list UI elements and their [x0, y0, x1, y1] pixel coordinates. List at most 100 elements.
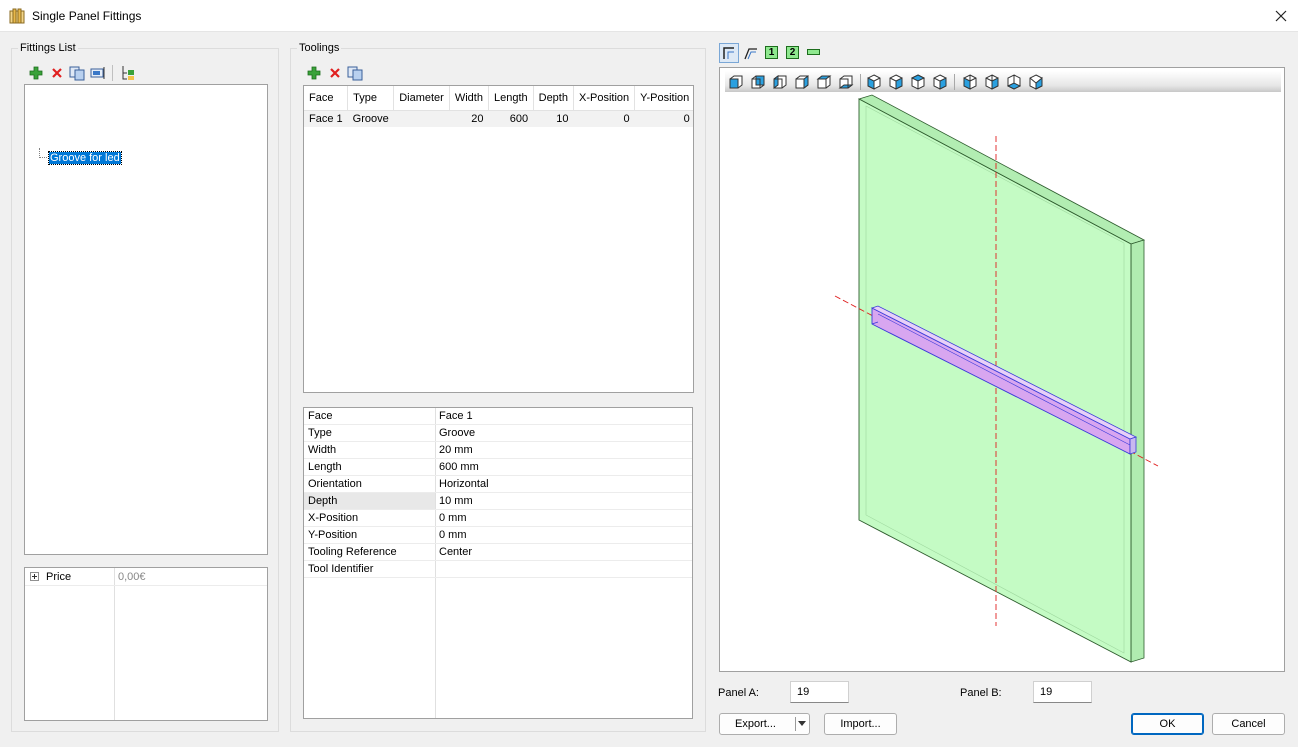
column-header-length[interactable]: Length — [488, 86, 534, 111]
view-front-icon[interactable] — [728, 74, 744, 90]
toolings-label: Toolings — [297, 42, 342, 54]
cancel-button[interactable]: Cancel — [1212, 713, 1285, 735]
edge-face-button[interactable] — [807, 49, 820, 55]
view-left-icon[interactable] — [772, 74, 788, 90]
copy-tooling-button[interactable] — [347, 65, 363, 81]
panel-b-input[interactable]: 19 — [1033, 681, 1092, 703]
price-label: Price — [46, 571, 72, 583]
property-row-x-position[interactable]: X-Position 0 mm — [304, 510, 692, 527]
delete-icon — [330, 68, 340, 78]
expand-plus-icon — [32, 574, 37, 579]
close-icon — [1275, 10, 1287, 22]
cell-diameter — [393, 110, 450, 127]
face-2-button[interactable]: 2 — [786, 46, 799, 59]
property-row-length[interactable]: Length 600 mm — [304, 459, 692, 476]
property-key: Depth — [304, 493, 435, 509]
property-row-tool-identifier[interactable]: Tool Identifier — [304, 561, 692, 578]
add-tooling-button[interactable] — [306, 65, 322, 81]
tree-icon — [122, 66, 134, 80]
tree-connector — [39, 148, 47, 158]
iso-view-6-icon[interactable] — [984, 74, 1000, 90]
tree-item-groove[interactable]: Groove for led — [48, 151, 122, 165]
toolings-table-box: Face Type Diameter Width Length Depth X-… — [303, 85, 694, 393]
property-key: X-Position — [308, 512, 359, 524]
table-row[interactable]: Face 1 Groove 20 600 10 0 0 — [304, 110, 693, 127]
price-value: 0,00€ — [118, 571, 146, 583]
property-row-y-position[interactable]: Y-Position 0 mm — [304, 527, 692, 544]
ok-button[interactable]: OK — [1131, 713, 1204, 735]
edit-fitting-button[interactable] — [90, 65, 106, 81]
property-value: Center — [439, 546, 473, 558]
copy-fitting-button[interactable] — [69, 65, 85, 81]
iso-view-8-icon[interactable] — [1028, 74, 1044, 90]
iso-view-7-icon[interactable] — [1006, 74, 1022, 90]
property-key: Width — [308, 444, 337, 456]
property-key: Length — [308, 461, 342, 473]
fittings-list-label: Fittings List — [18, 42, 78, 54]
table-header-row: Face Type Diameter Width Length Depth X-… — [304, 86, 693, 111]
property-key: Tooling Reference — [308, 546, 397, 558]
property-key: Face — [308, 410, 333, 422]
view-right-icon[interactable] — [794, 74, 810, 90]
fittings-tree[interactable]: Groove for led — [24, 84, 268, 555]
price-panel: Price 0,00€ — [24, 567, 268, 721]
cell-type: Groove — [347, 110, 394, 127]
property-row-depth[interactable]: Depth 10 mm — [304, 493, 692, 510]
chevron-down-icon[interactable] — [798, 721, 806, 727]
toolings-table: Face Type Diameter Width Length Depth X-… — [304, 86, 693, 127]
property-value: Horizontal — [439, 478, 489, 490]
iso-view-1-icon[interactable] — [866, 74, 882, 90]
property-value: Groove — [439, 427, 476, 439]
delete-fitting-button[interactable] — [49, 65, 65, 81]
cell-y-position: 0 — [634, 110, 693, 127]
panel-a-input[interactable]: 19 — [790, 681, 849, 703]
cell-face: Face 1 — [304, 110, 348, 127]
iso-view-5-icon[interactable] — [962, 74, 978, 90]
column-header-type[interactable]: Type — [347, 86, 395, 111]
property-row-tooling-reference[interactable]: Tooling Reference Center — [304, 544, 692, 561]
property-value: 20 mm — [439, 444, 473, 456]
toolbar-separator — [954, 74, 955, 90]
hierarchy-button[interactable] — [119, 65, 135, 81]
add-fitting-button[interactable] — [28, 65, 44, 81]
view-top-icon[interactable] — [816, 74, 832, 90]
iso-view-4-icon[interactable] — [932, 74, 948, 90]
column-header-depth[interactable]: Depth — [533, 86, 574, 111]
property-key: Type — [308, 427, 332, 439]
groove-end-face — [1129, 436, 1137, 455]
property-row-width[interactable]: Width 20 mm — [304, 442, 692, 459]
column-header-diameter[interactable]: Diameter — [393, 86, 450, 111]
export-button-label: Export... — [735, 718, 776, 730]
view-bottom-icon[interactable] — [838, 74, 854, 90]
iso-view-2-icon[interactable] — [888, 74, 904, 90]
view-mode-edge-button[interactable] — [742, 44, 760, 62]
column-header-width[interactable]: Width — [449, 86, 489, 111]
panel-3d-viewport[interactable] — [720, 92, 1284, 670]
column-header-face[interactable]: Face — [304, 86, 349, 111]
view-mode-perspective-button[interactable] — [719, 43, 739, 63]
toolbar-separator — [112, 65, 113, 81]
export-split-divider — [795, 717, 796, 731]
plus-icon — [29, 66, 43, 80]
property-row-orientation[interactable]: Orientation Horizontal — [304, 476, 692, 493]
iso-view-3-icon[interactable] — [910, 74, 926, 90]
toolbar-separator — [860, 74, 861, 90]
property-row-face[interactable]: Face Face 1 — [304, 408, 692, 425]
corner-view-icon — [723, 47, 734, 59]
property-value: 0 mm — [439, 529, 467, 541]
property-key: Orientation — [308, 478, 362, 490]
panel-b-label: Panel B: — [960, 687, 1002, 699]
delete-tooling-button[interactable] — [327, 65, 343, 81]
column-header-x-position[interactable]: X-Position — [573, 86, 636, 111]
export-button[interactable]: Export... — [719, 713, 810, 735]
panel-a-label: Panel A: — [718, 687, 759, 699]
import-button[interactable]: Import... — [824, 713, 897, 735]
column-header-y-position[interactable]: Y-Position — [634, 86, 693, 111]
copy-icon — [347, 66, 363, 81]
close-window-button[interactable] — [1264, 0, 1298, 32]
face-1-button[interactable]: 1 — [765, 46, 778, 59]
property-row-type[interactable]: Type Groove — [304, 425, 692, 442]
rename-icon — [90, 67, 105, 79]
expand-price-button[interactable] — [30, 572, 39, 581]
view-back-icon[interactable] — [750, 74, 766, 90]
